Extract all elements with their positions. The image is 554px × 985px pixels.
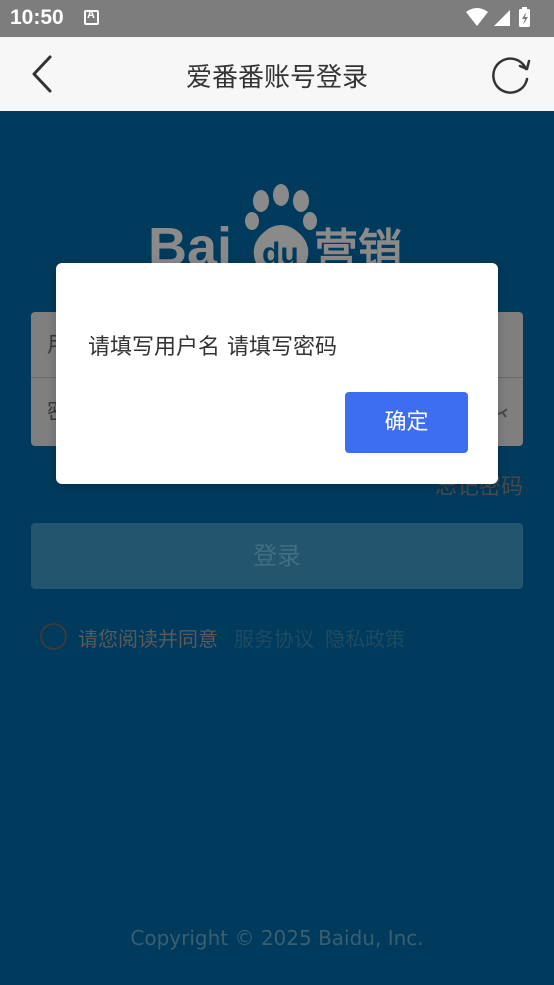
app-header: 爱番番账号登录	[0, 37, 554, 111]
copyright-text: Copyright © 2025 Baidu, Inc.	[130, 926, 424, 950]
status-time: 10:50	[10, 6, 64, 29]
privacy-policy-link[interactable]: 隐私政策	[325, 623, 405, 652]
battery-charging-icon	[519, 7, 530, 27]
wifi-icon	[466, 8, 488, 26]
refresh-button[interactable]	[488, 51, 534, 97]
agree-label: 请您阅读并同意	[78, 627, 218, 651]
agree-checkbox[interactable]	[40, 623, 67, 650]
login-content: Bai du 营销 忘记密码 登录 请您阅读并同意 服务协议 隐私政策 Copy…	[0, 111, 554, 985]
refresh-icon	[492, 57, 531, 94]
text-a-icon	[84, 9, 99, 25]
baidu-logo: Bai du 营销	[148, 184, 402, 273]
page-title: 爱番番账号登录	[185, 63, 368, 93]
confirm-button[interactable]: 确定	[345, 392, 468, 453]
status-bar: 10:50	[0, 0, 554, 37]
login-button[interactable]: 登录	[31, 523, 523, 589]
status-icons	[466, 7, 530, 27]
service-agreement-link[interactable]: 服务协议	[234, 623, 314, 652]
signal-icon	[494, 10, 510, 26]
alert-dialog: 请填写用户名 请填写密码 确定	[56, 263, 498, 484]
dialog-message: 请填写用户名 请填写密码	[88, 335, 337, 360]
